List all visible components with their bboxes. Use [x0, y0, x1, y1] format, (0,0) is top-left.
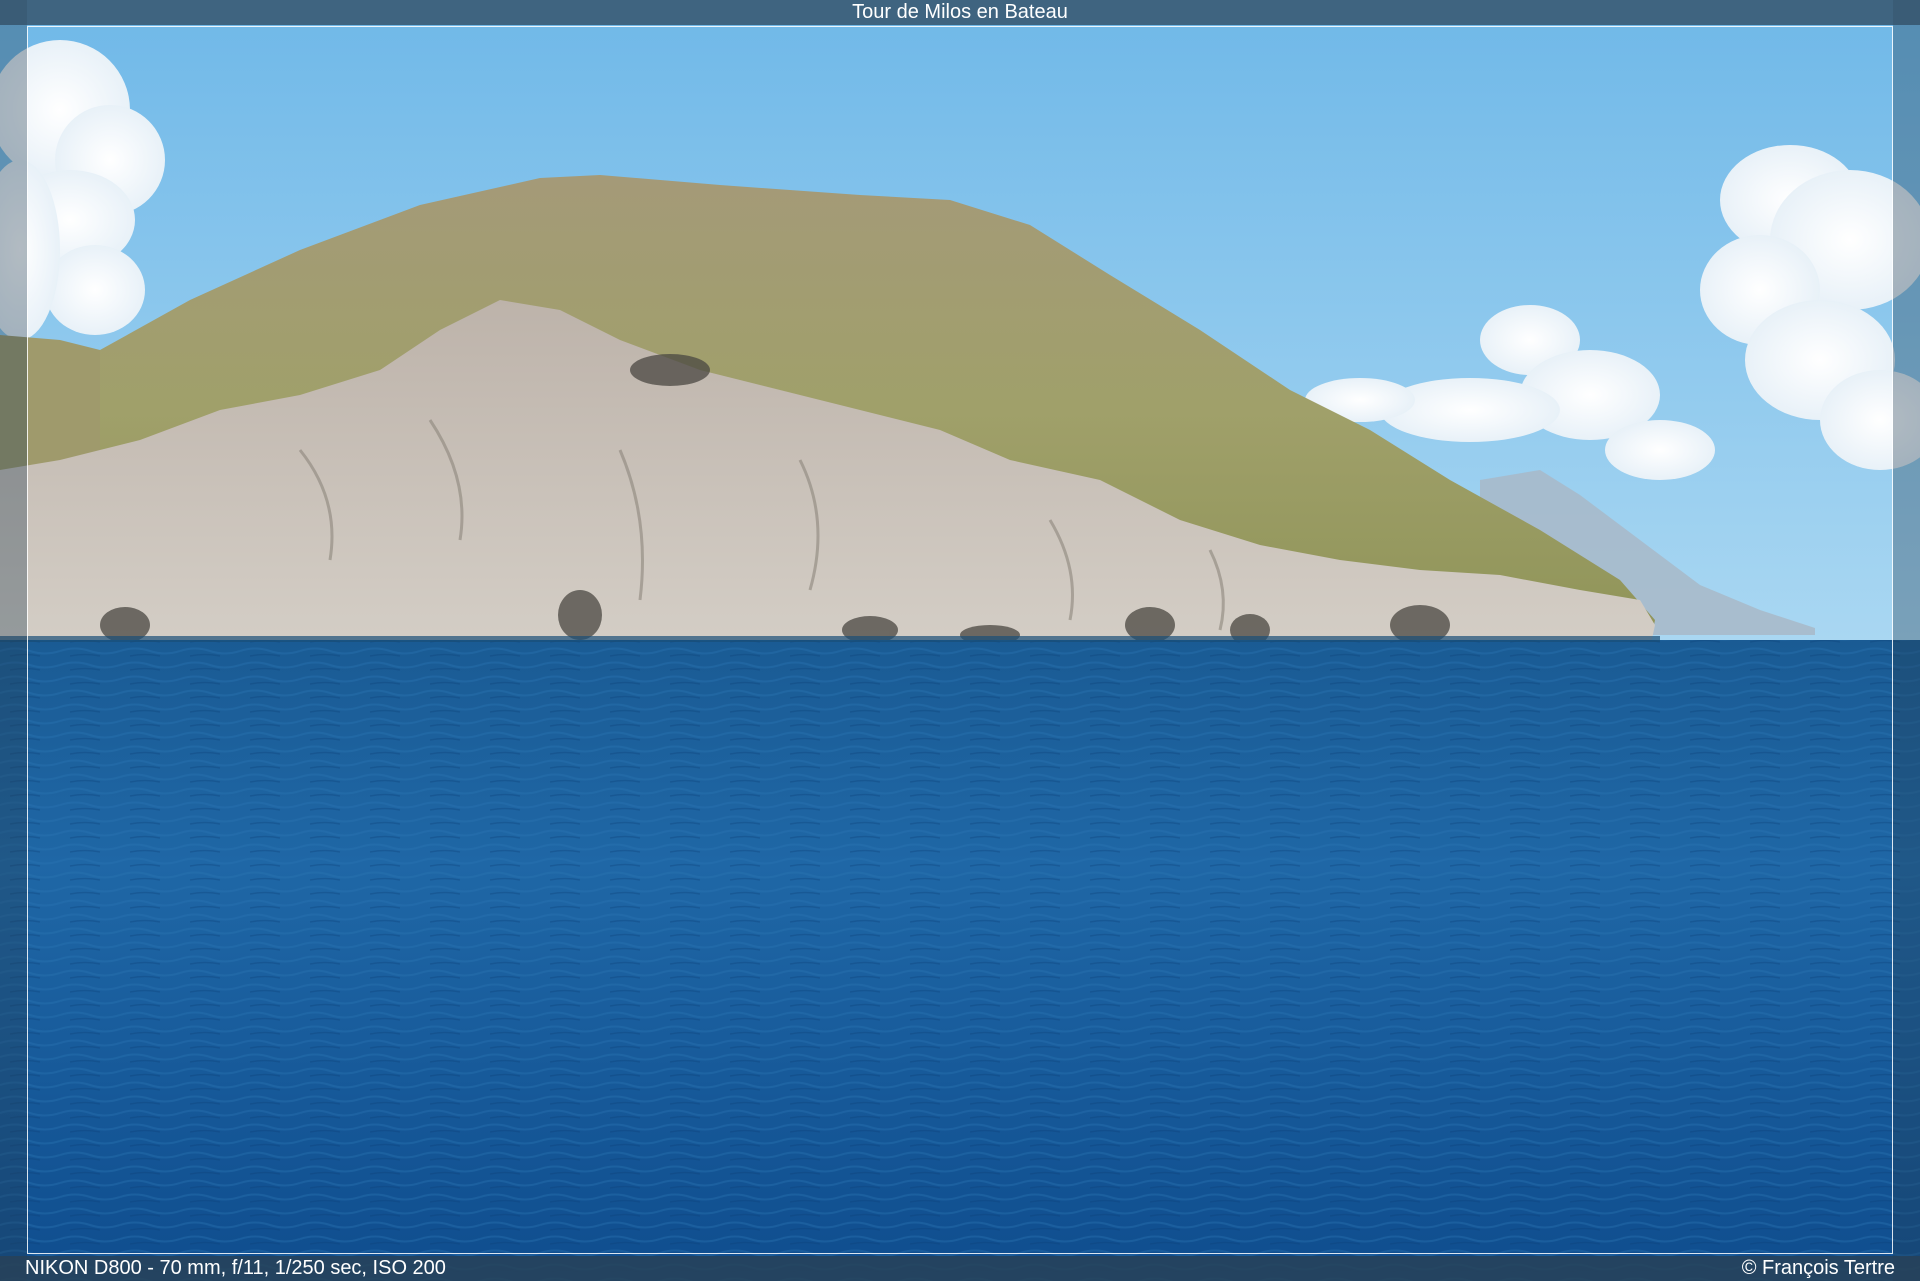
title-bar: Tour de Milos en Bateau — [0, 0, 1920, 25]
photo-title: Tour de Milos en Bateau — [852, 1, 1068, 23]
exif-info: NIKON D800 - 70 mm, f/11, 1/250 sec, ISO… — [25, 1257, 446, 1279]
photo-image — [0, 0, 1920, 1281]
copyright-notice: © François Tertre — [1741, 1257, 1895, 1279]
photo-frame: Tour de Milos en Bateau NIKON D800 - 70 … — [0, 0, 1920, 1281]
info-bar: NIKON D800 - 70 mm, f/11, 1/250 sec, ISO… — [0, 1256, 1920, 1281]
frame-edge-left — [0, 0, 27, 1281]
frame-edge-right — [1893, 0, 1920, 1281]
